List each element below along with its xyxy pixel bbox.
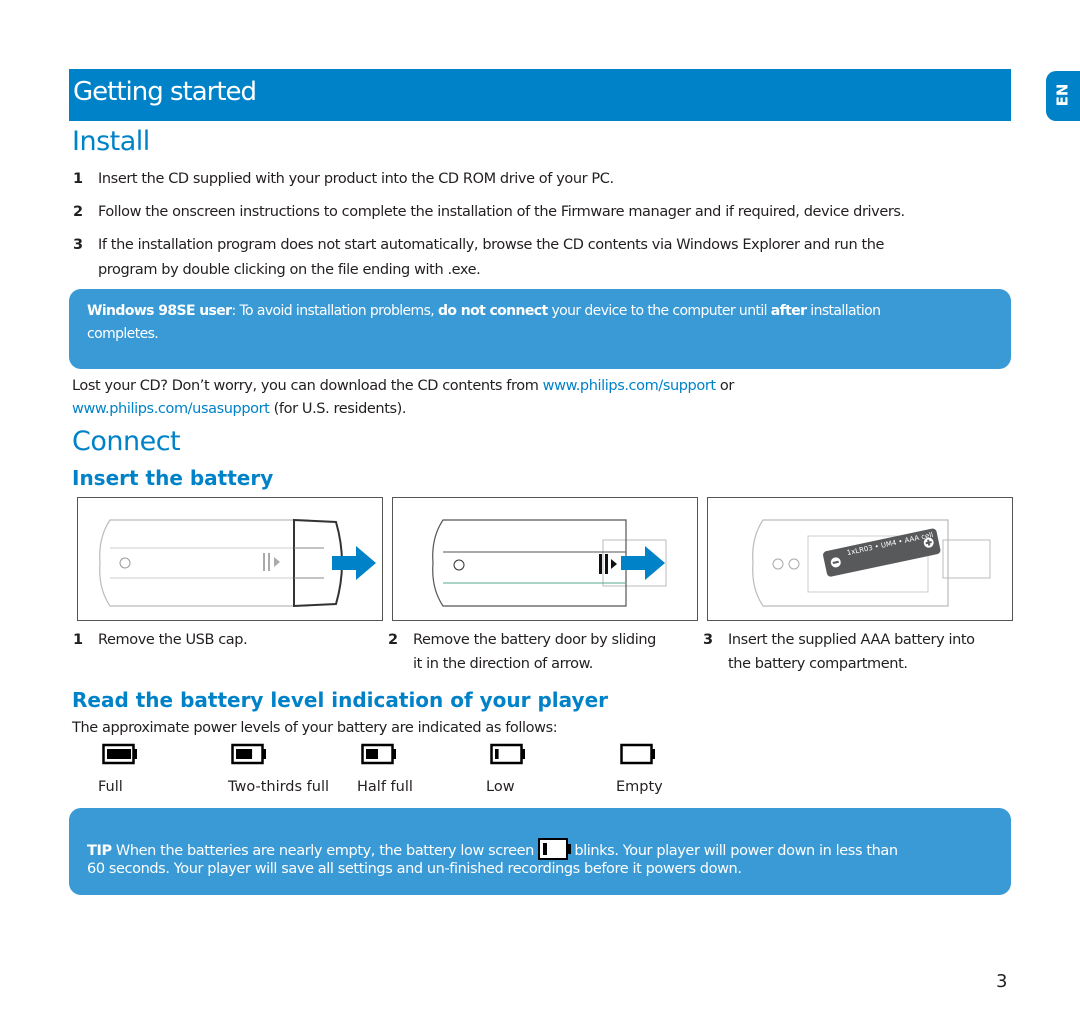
- step-number: 1: [73, 632, 83, 648]
- tip-callout: TIP When the batteries are nearly empty,…: [69, 808, 1011, 895]
- step-text-line: If the installation program does not sta…: [98, 237, 885, 253]
- lost-cd-text-part: or: [715, 378, 734, 394]
- step-number: 3: [73, 237, 83, 253]
- step-number: 1: [73, 171, 83, 187]
- battery-full-icon: [102, 743, 137, 765]
- connect-heading: Connect: [72, 426, 181, 457]
- tip-label: TIP: [87, 843, 112, 859]
- step-number: 2: [388, 632, 398, 648]
- install-step: 2 Follow the onscreen instructions to co…: [73, 200, 1003, 225]
- callout-bold: do not connect: [438, 303, 548, 319]
- install-heading: Install: [72, 126, 150, 157]
- language-tab-label: EN: [1053, 83, 1072, 107]
- step-text: Insert the CD supplied with your product…: [98, 171, 614, 187]
- device-illustration-3: [752, 519, 991, 607]
- caption-line: Insert the supplied AAA battery into: [728, 632, 975, 648]
- language-tab[interactable]: EN: [1046, 71, 1080, 121]
- battery-level-label: Half full: [357, 779, 413, 795]
- battery-low-icon: [538, 837, 572, 860]
- insert-battery-heading: Insert the battery: [72, 466, 274, 490]
- tip-text: When the batteries are nearly empty, the…: [111, 843, 539, 859]
- caption-line: Remove the battery door by sliding: [413, 632, 656, 648]
- arrow-right-icon: [621, 546, 665, 580]
- lost-cd-text: Lost your CD? Don’t worry, you can downl…: [72, 378, 734, 394]
- step-text-line: program by double clicking on the file e…: [98, 262, 481, 278]
- lost-cd-text-part: Lost your CD? Don’t worry, you can downl…: [72, 378, 543, 394]
- callout-text-line2: completes.: [87, 326, 159, 342]
- battery-charge-fill: [366, 749, 378, 759]
- step-text: Follow the onscreen instructions to comp…: [98, 204, 905, 220]
- callout-text: : To avoid installation problems,: [231, 303, 438, 319]
- caption-line: Remove the USB cap.: [98, 632, 248, 648]
- battery-level-intro: The approximate power levels of your bat…: [72, 720, 558, 736]
- figure-remove-usb-cap: [77, 497, 383, 621]
- step-number: 2: [73, 204, 83, 220]
- caption-line: the battery compartment.: [728, 656, 908, 672]
- callout-text: installation: [806, 303, 881, 319]
- battery-charge-fill: [495, 749, 499, 759]
- callout-bold: Windows 98SE user: [87, 303, 232, 319]
- windows98-callout: Windows 98SE user: To avoid installation…: [69, 289, 1011, 369]
- battery-empty-icon: [620, 743, 655, 765]
- support-link[interactable]: www.philips.com/support: [543, 378, 716, 394]
- battery-level-label: Low: [486, 779, 515, 795]
- install-step: 1 Insert the CD supplied with your produ…: [73, 167, 1003, 192]
- page-number: 3: [996, 971, 1008, 992]
- install-step: 3 If the installation program does not s…: [73, 233, 1003, 283]
- callout-bold: after: [770, 303, 807, 319]
- tip-text: blinks. Your player will power down in l…: [570, 843, 898, 859]
- caption-line: it in the direction of arrow.: [413, 656, 593, 672]
- figure-remove-battery-door: [392, 497, 698, 621]
- battery-level-label: Full: [98, 779, 123, 795]
- step-number: 3: [703, 632, 713, 648]
- battery-charge-fill: [107, 749, 131, 759]
- figure-insert-battery: 1xLR03 • UM4 • AAA cell: [707, 497, 1013, 621]
- lost-cd-text-part: (for U.S. residents).: [269, 401, 407, 417]
- battery-charge-fill: [236, 749, 253, 759]
- battery-half-full-icon: [361, 743, 396, 765]
- section-title: Getting started: [73, 77, 257, 107]
- section-title-bar: Getting started: [69, 69, 1011, 121]
- battery-two-thirds-full-icon: [231, 743, 266, 765]
- battery-level-label: Empty: [616, 779, 663, 795]
- battery-level-label: Two-thirds full: [228, 779, 330, 795]
- battery-level-heading: Read the battery level indication of you…: [72, 688, 609, 712]
- usasupport-link[interactable]: www.philips.com/usasupport: [72, 401, 270, 417]
- tip-text-line2: 60 seconds. Your player will save all se…: [87, 861, 742, 877]
- tip-text-line1: TIP When the batteries are nearly empty,…: [87, 837, 898, 860]
- battery-low-icon: [490, 743, 525, 765]
- callout-text: your device to the computer until: [547, 303, 771, 319]
- lost-cd-text-line2: www.philips.com/usasupport (for U.S. res…: [72, 401, 406, 417]
- arrow-right-icon: [332, 546, 376, 580]
